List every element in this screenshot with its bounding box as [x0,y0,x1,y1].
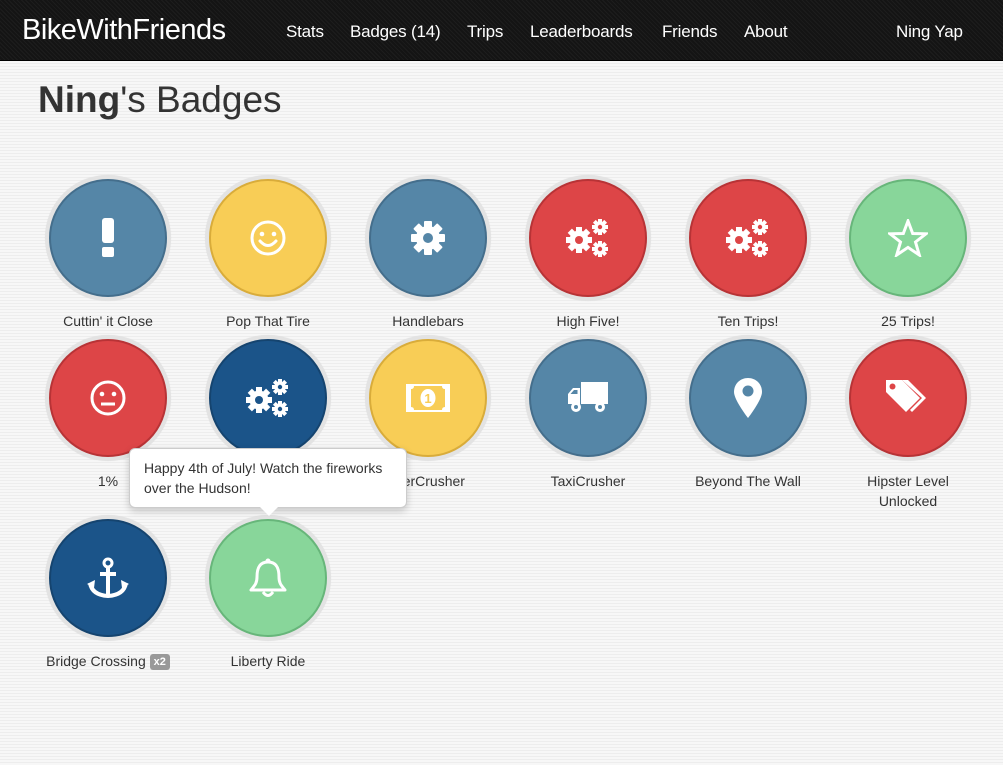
badge-handlebars[interactable]: Handlebars [348,175,508,331]
nav-trips[interactable]: Trips [467,22,503,42]
badge-label: 25 Trips! [881,313,935,329]
badge-label: Liberty Ride [230,653,306,669]
badge-25-trips[interactable]: 25 Trips! [828,175,988,331]
badge-circle [209,179,327,297]
badge-pop-that-tire[interactable]: Pop That Tire [188,175,348,331]
badge-ring [205,175,331,301]
svg-text:1: 1 [424,391,431,406]
tooltip-arrow [260,507,278,516]
badge-ring [205,335,331,461]
badge-ring [685,335,811,461]
top-navbar: BikeWithFriends Stats Badges (14) Trips … [0,0,1003,61]
badge-label: Handlebars [392,313,464,329]
badge-circle [689,339,807,457]
badge-ring [845,335,971,461]
badge-circle [49,179,167,297]
badge-label: Bridge Crossing x2 [28,651,188,671]
nav-stats[interactable]: Stats [286,22,324,42]
gears-icon [726,219,768,257]
badge-label: TaxiCrusher [550,473,626,489]
badge-ring [45,335,171,461]
badge-taxicrusher[interactable]: TaxiCrusher [508,335,668,491]
tags-icon [886,380,926,412]
nav-user-menu[interactable]: Ning Yap [896,22,963,42]
badge-bridge-crossing[interactable]: Bridge Crossing x2 [28,515,188,671]
badge-circle [369,179,487,297]
badge-circle [689,179,807,297]
badge-ring [525,175,651,301]
badge-label: Cuttin' it Close [63,313,153,329]
badge-circle [49,339,167,457]
page-title-suffix: 's Badges [120,79,282,120]
badge-circle [209,519,327,637]
nav-leaderboards[interactable]: Leaderboards [530,22,633,42]
badge-label-text: Bridge Crossing [46,653,146,669]
badge-ten-trips[interactable]: Ten Trips! [668,175,828,331]
money-bill-icon: 1 [406,384,450,412]
anchor-icon [87,557,129,599]
badge-ring [685,175,811,301]
badge-beyond-the-wall[interactable]: Beyond The Wall [668,335,828,491]
nav-friends[interactable]: Friends [662,22,717,42]
badge-label: Beyond The Wall [695,473,801,489]
page-title: Ning's Badges [38,79,282,121]
badge-circle [49,519,167,637]
badge-label: High Five! [556,313,620,329]
gear-icon [411,221,445,255]
page-title-name: Ning [38,79,121,120]
nav-badges[interactable]: Badges (14) [350,22,441,42]
badge-count-pill: x2 [149,654,170,670]
gears-icon [566,219,608,257]
badge-circle: 1 [369,339,487,457]
badge-label: Hipster Level Unlocked [867,473,949,509]
brand-logo-link[interactable]: BikeWithFriends [22,14,226,47]
badge-ring [365,175,491,301]
neutral-face-icon [90,380,126,416]
nav-about[interactable]: About [744,22,788,42]
badge-ring [525,335,651,461]
badge-hipster-level-unlocked[interactable]: Hipster Level Unlocked [828,335,988,511]
badge-circle [849,339,967,457]
badge-high-five[interactable]: High Five! [508,175,668,331]
badge-circle [529,339,647,457]
bell-icon [249,558,287,597]
map-marker-icon [734,378,762,418]
badge-circle [529,179,647,297]
tooltip-text: Happy 4th of July! Watch the fireworks o… [144,460,383,496]
exclamation-icon [102,218,114,257]
badge-ring [205,515,331,641]
gears-icon [246,379,288,417]
badge-label: Ten Trips! [717,313,779,329]
badge-liberty-ride[interactable]: Liberty Ride [188,515,348,671]
badge-ring [845,175,971,301]
badge-tooltip: Happy 4th of July! Watch the fireworks o… [129,448,407,516]
badge-circle [849,179,967,297]
badge-ring [45,175,171,301]
smile-icon [250,220,286,256]
badge-cuttin-it-close[interactable]: Cuttin' it Close [28,175,188,331]
badge-label: Pop That Tire [226,313,310,329]
badge-ring: 1 [365,335,491,461]
star-outline-icon [888,219,928,257]
badge-ring [45,515,171,641]
badge-circle [209,339,327,457]
truck-icon [568,382,608,412]
